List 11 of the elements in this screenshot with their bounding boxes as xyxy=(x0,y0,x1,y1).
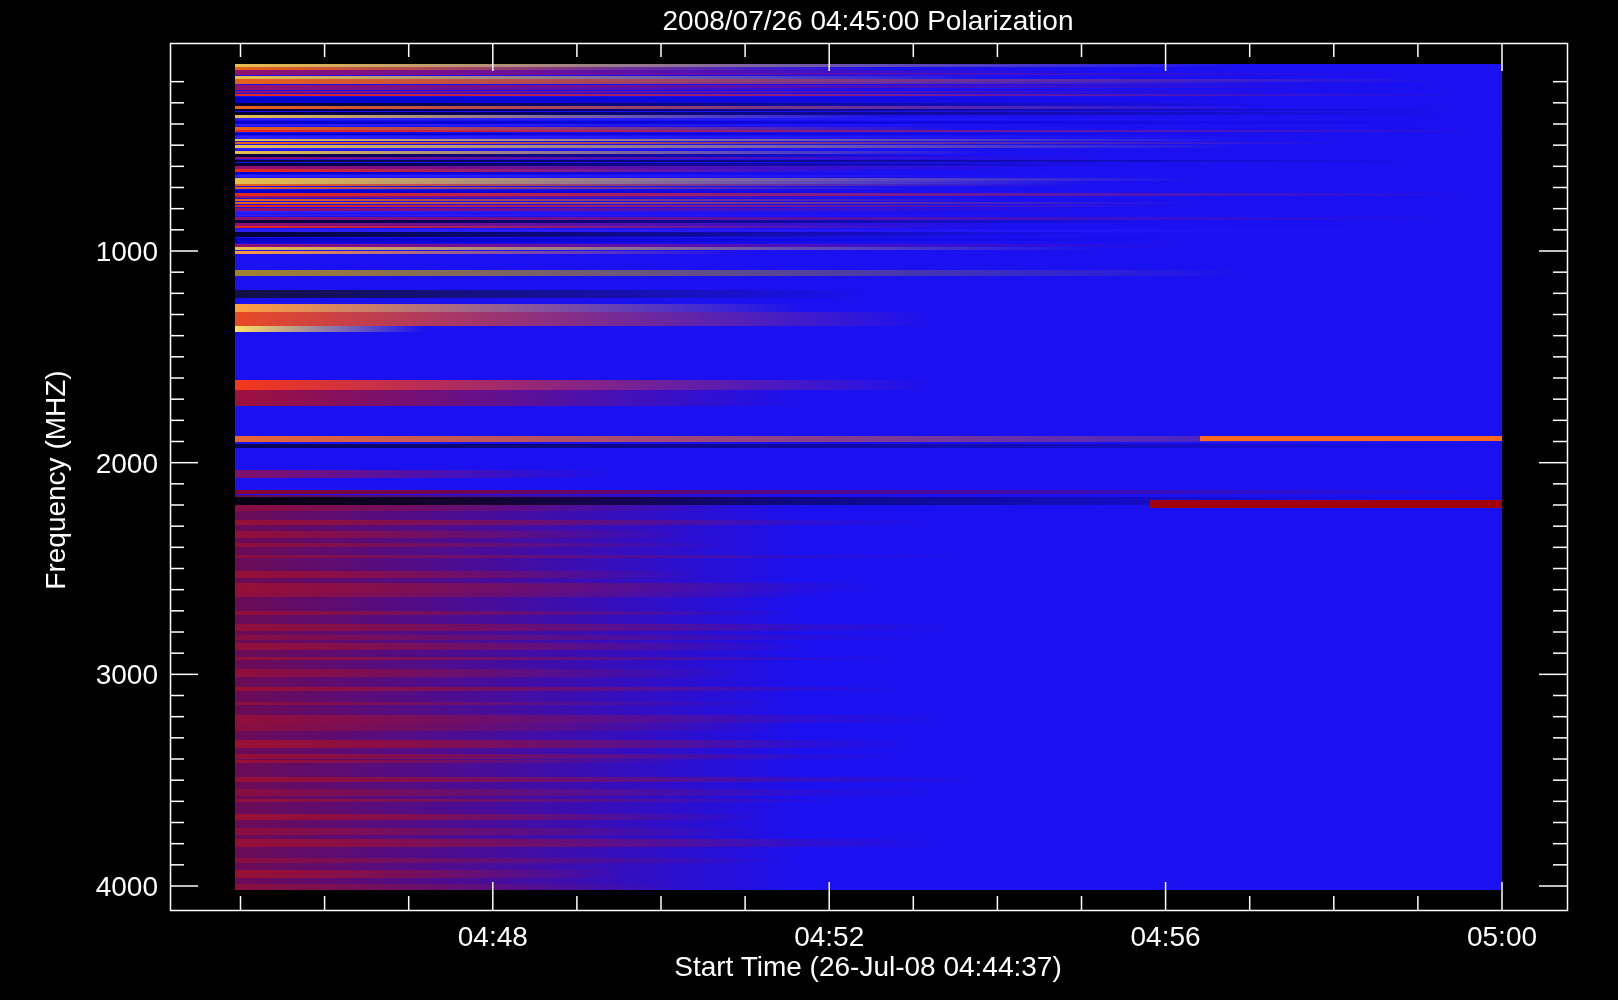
chart-title: 2008/07/26 04:45:00 Polarization xyxy=(662,5,1074,36)
x-tick-label: 05:00 xyxy=(1466,921,1538,952)
y-tick-label: 3000 xyxy=(95,659,158,691)
y-tick-label: 4000 xyxy=(95,871,158,902)
x-tick-label: 04:52 xyxy=(794,921,865,952)
y-tick-label: 1000 xyxy=(95,236,158,267)
y-axis-label: Frequency (MHZ) xyxy=(40,370,71,590)
x-tick-label: 04:48 xyxy=(457,921,528,952)
x-tick-label: 04:56 xyxy=(1130,921,1201,952)
y-tick-label: 2000 xyxy=(95,447,158,479)
x-axis-label: Start Time (26-Jul-08 04:44:37) xyxy=(674,951,1062,982)
